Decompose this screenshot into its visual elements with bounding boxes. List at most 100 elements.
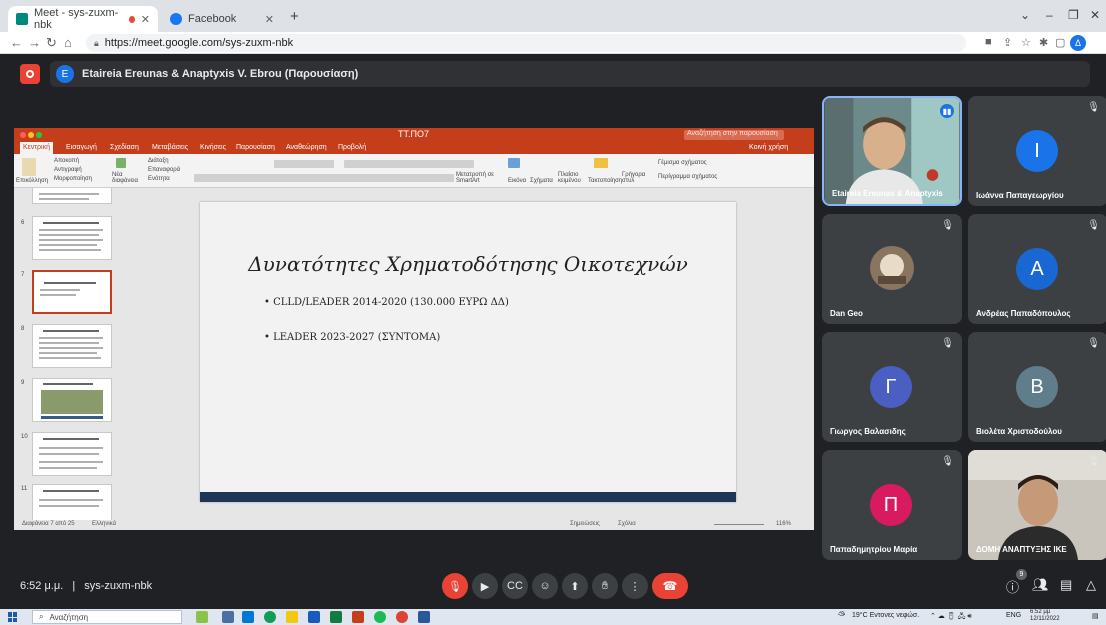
rb-quick-styles: Γρήγορα στυλ [622,172,646,184]
slide-thumb [32,188,112,204]
people-icon[interactable]: 👥︎ [1032,577,1049,593]
participant-avatar: Ι [1016,130,1058,172]
participant-name: Dan Geo [830,309,863,318]
pp-search: Αναζήτηση στην παρουσίαση [684,130,784,140]
rb-shape-fill: Γέμισμα σχήματος [658,160,707,166]
zoom-slider [714,524,764,525]
pp-tab-design: Σχεδίαση [110,144,139,151]
meeting-info: 6:52 μ.μ. | sys-zuxm-nbk [20,580,153,592]
pp-file-name: ΤΤ.ΠΟ7 [398,129,430,139]
camera-icon[interactable]: ■ [985,36,992,48]
powerpoint-icon[interactable] [352,611,364,623]
language: Ελληνικά [92,521,117,527]
edge-icon[interactable] [264,611,276,623]
participant-tile[interactable]: 🎙︎ Π Παπαδημητρίου Μαρία [822,450,962,560]
back-icon[interactable]: ← [10,35,23,50]
participant-tile-presenter[interactable]: ▮▮ Etaireia Ereunas & Anaptyxis [822,96,962,206]
close-window-icon[interactable]: ✕ [1090,8,1100,22]
tray-icons[interactable]: ⌃ ☁ 🔋︎ 🖧 🔊︎ [930,612,972,623]
emoji-button[interactable]: ☺ [532,573,558,599]
browser-tab-bar: Meet - sys-zuxm-nbk ✕ Facebook ✕ + ⌄ – ❐… [0,0,1106,32]
activities-icon[interactable]: △ [1086,577,1096,593]
participant-name: Ιωάννα Παπαγεωργίου [976,191,1064,200]
slide-thumbnails: 6 7 8 9 10 11 [14,188,114,520]
captions-button[interactable]: CC [502,573,528,599]
pp-ribbon-tabs: Κεντρική Εισαγωγή Σχεδίαση Μεταβάσεις Κι… [14,142,814,154]
taskbar-search[interactable]: ⌕ Αναζήτηση [32,610,182,624]
slide-thumb [32,324,112,368]
sidepanel-icon[interactable]: ▢ [1055,36,1065,49]
photos-icon[interactable] [418,611,430,623]
task-view-icon[interactable] [222,611,234,623]
arrange-icon [594,158,608,168]
tab-meet[interactable]: Meet - sys-zuxm-nbk ✕ [8,6,158,32]
spotify-icon[interactable] [374,611,386,623]
star-icon[interactable]: ☆ [1021,36,1031,49]
home-icon[interactable]: ⌂ [64,35,72,50]
close-tab-icon[interactable]: ✕ [141,13,150,26]
word-icon[interactable] [308,611,320,623]
mic-off-icon: 🎙︎ [1087,338,1100,349]
camera-toggle-button[interactable]: ▶ [472,573,498,599]
pp-tab-transitions: Μεταβάσεις [152,144,189,151]
restore-icon[interactable]: ❐ [1068,8,1079,22]
file-explorer-icon[interactable] [286,611,298,623]
participant-avatar: Π [870,484,912,526]
address-toolbar: ← → ↻ ⌂ 🔒︎ https://meet.google.com/sys-z… [0,32,1106,54]
rb-shapes: Σχήματα [530,178,553,184]
participant-avatar: Γ [870,366,912,408]
pp-tab-slideshow: Παρουσίαση [236,144,275,151]
thumb-number: 6 [21,220,25,226]
tab-title: Facebook [188,13,237,25]
participant-name: Βιολέτα Χριστοδούλου [976,427,1062,436]
windows-start-icon[interactable] [8,612,18,622]
slide-canvas: Δυνατότητες Χρηματοδότησης Οικοτεχνών • … [114,188,814,520]
participant-tile[interactable]: 🎙︎ Γ Γιωργος Βαλασιδης [822,332,962,442]
taskbar-search-placeholder: Αναζήτηση [49,612,89,622]
url-text: https://meet.google.com/sys-zuxm-nbk [104,37,294,49]
share-icon[interactable]: ⇪ [1003,36,1012,49]
participant-tile[interactable]: 🎙︎ Β Βιολέτα Χριστοδούλου [968,332,1106,442]
mail-icon[interactable] [242,611,254,623]
taskbar-app-icon[interactable] [196,611,208,623]
thumb-number: 11 [21,486,28,492]
leave-call-button[interactable]: ☎︎ [652,573,688,599]
forward-icon[interactable]: → [28,35,41,50]
pp-tab-home: Κεντρική [20,142,53,154]
presentation-bar[interactable]: E Etaireia Ereunas & Anaptyxis V. Ebrou … [50,61,1090,87]
mic-off-icon: 🎙︎ [1087,220,1100,231]
profile-avatar[interactable]: Δ [1070,35,1086,51]
excel-icon[interactable] [330,611,342,623]
more-options-button[interactable]: ⋮ [622,573,648,599]
weather-text[interactable]: 19°C Εντονες νεφώσ. [852,612,919,619]
present-button[interactable]: ⬆ [562,573,588,599]
url-field[interactable]: 🔒︎ https://meet.google.com/sys-zuxm-nbk [86,34,966,52]
notifications-icon[interactable]: ▤ [1092,612,1099,620]
chevron-down-icon[interactable]: ⌄ [1020,8,1030,22]
minimize-icon[interactable]: – [1046,8,1053,22]
participant-tile[interactable]: 🎙︎ ΔΟΜΗ ΑΝΑΠΤΥΞΗΣ ΙΚΕ [968,450,1106,560]
mic-toggle-button[interactable]: 🎙︎ [442,573,468,599]
taskbar-clock[interactable]: 6:52 μμ 12/11/2022 [1030,609,1060,623]
participant-tile[interactable]: 🎙︎ Dan Geo [822,214,962,324]
close-tab-icon[interactable]: ✕ [265,13,274,26]
thumb-number: 10 [21,434,28,440]
info-icon[interactable]: ⓘ [1006,577,1019,596]
pp-titlebar: ΤΤ.ΠΟ7 Αναζήτηση στην παρουσίαση [14,128,814,142]
new-tab-button[interactable]: + [290,8,299,25]
participant-tile[interactable]: 🎙︎ Α Ανδρέας Παπαδόπουλος [968,214,1106,324]
participant-tile[interactable]: 🎙︎ Ι Ιωάννα Παπαγεωργίου [968,96,1106,206]
alignment-controls [344,174,454,182]
tab-facebook[interactable]: Facebook ✕ [162,6,282,32]
chrome-icon[interactable] [396,611,408,623]
mic-off-icon: 🎙︎ [941,456,954,467]
language-indicator[interactable]: ENG [1006,612,1021,619]
chat-icon[interactable]: ▤ [1060,577,1072,593]
rb-paste: Επικόλληση [16,178,49,184]
reload-icon[interactable]: ↻ [46,35,57,51]
raise-hand-button[interactable]: ✋︎ [592,573,618,599]
meeting-clock: 6:52 μ.μ. [20,580,64,592]
extensions-icon[interactable]: ✱ [1039,36,1048,49]
rb-new-slide: Νέα διαφάνεια [112,172,138,184]
rb-textbox: Πλαίσιο κειμένου [558,172,581,184]
